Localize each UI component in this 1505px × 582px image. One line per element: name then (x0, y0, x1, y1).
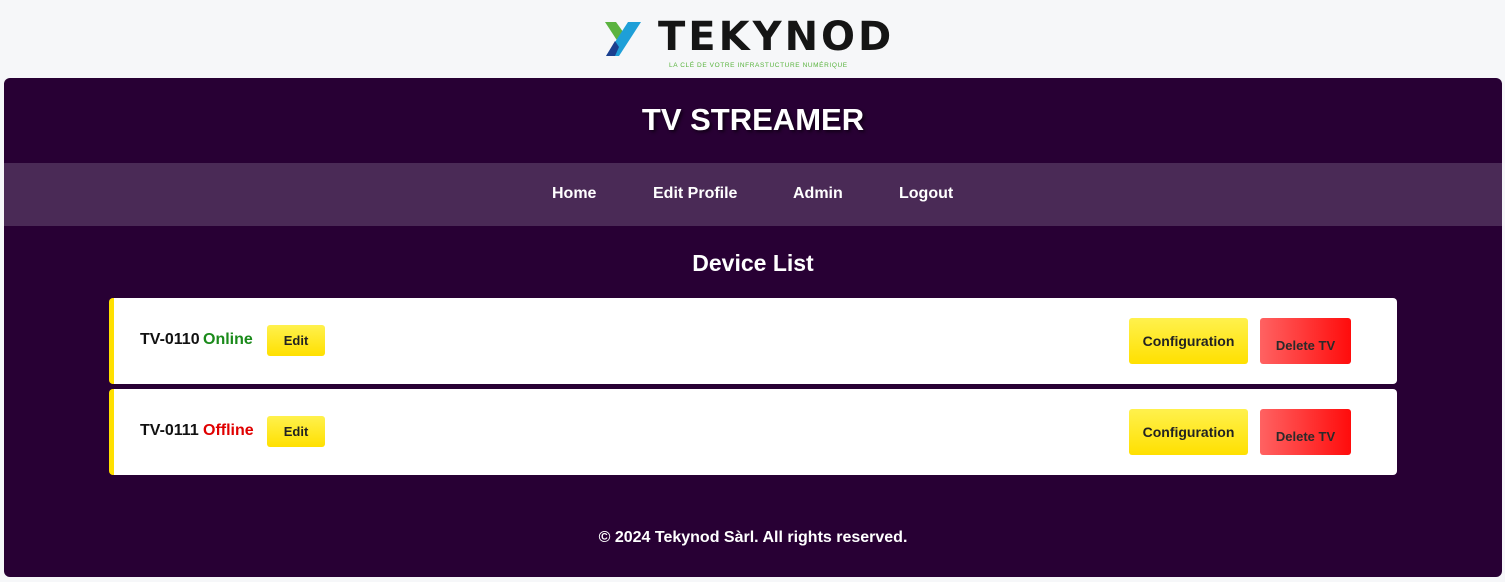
footer-copyright: © 2024 Tekynod Sàrl. All rights reserved… (598, 529, 908, 546)
tekynod-y-icon (605, 22, 641, 56)
device-name: TV-0110 (140, 331, 200, 348)
device-row: TV-0111 Offline Edit Configuration Delet… (109, 389, 1397, 475)
tekynod-logo: TEKYNOD LA CLÉ DE VOTRE INFRASTUCTURE NU… (603, 16, 903, 74)
logo-tagline: LA CLÉ DE VOTRE INFRASTUCTURE NUMÉRIQUE (669, 62, 848, 69)
nav-home-link[interactable]: Home (552, 185, 596, 203)
device-row: TV-0110 Online Edit Configuration Delete… (109, 298, 1397, 384)
edit-device-button[interactable]: Edit (267, 416, 325, 447)
logo-bar: TEKYNOD LA CLÉ DE VOTRE INFRASTUCTURE NU… (0, 0, 1505, 78)
configuration-button[interactable]: Configuration (1129, 409, 1248, 455)
device-list-title: Device List (692, 250, 814, 276)
nav-admin-link[interactable]: Admin (793, 185, 843, 203)
device-status: Online (203, 331, 253, 348)
configuration-button[interactable]: Configuration (1129, 318, 1248, 364)
device-name: TV-0111 (140, 422, 199, 439)
nav-logout-link[interactable]: Logout (899, 185, 953, 203)
delete-tv-button[interactable]: Delete TV (1260, 409, 1351, 455)
nav-edit-profile-link[interactable]: Edit Profile (653, 185, 737, 203)
main-nav: Home Edit Profile Admin Logout (4, 163, 1502, 226)
app-frame: TV STREAMER Home Edit Profile Admin Logo… (4, 78, 1502, 577)
app-title: TV STREAMER (641, 102, 865, 137)
logo-wordmark: TEKYNOD (658, 14, 895, 60)
device-status: Offline (203, 422, 254, 439)
delete-tv-button[interactable]: Delete TV (1260, 318, 1351, 364)
edit-device-button[interactable]: Edit (267, 325, 325, 356)
